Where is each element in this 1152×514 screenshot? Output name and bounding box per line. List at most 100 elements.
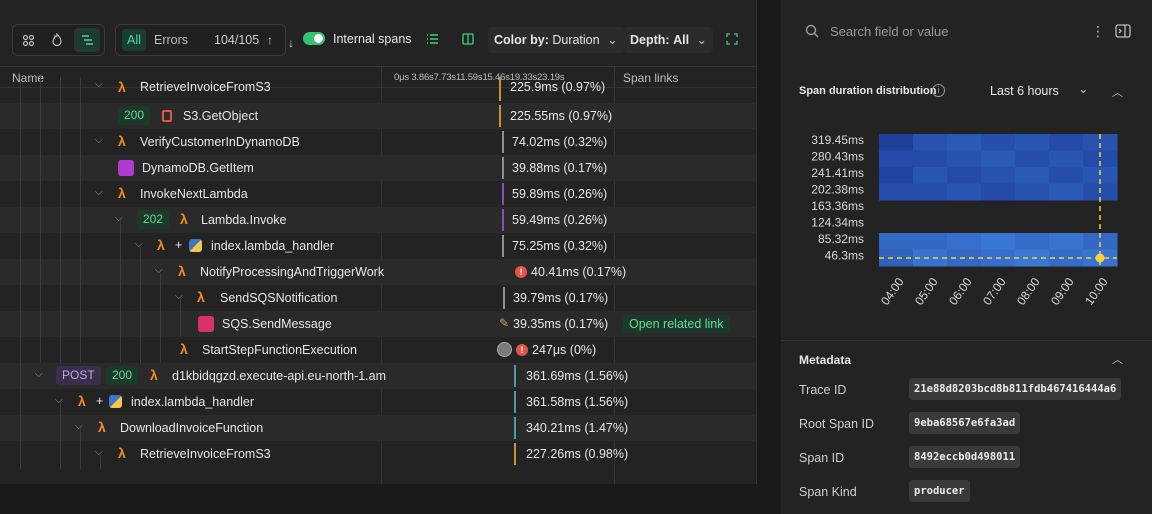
span-name: VerifyCustomerInDynamoDB [140,135,300,149]
metadata-title: Metadata [799,353,852,367]
heatmap-cell[interactable] [947,167,982,184]
heatmap-cell[interactable] [879,150,914,168]
tree-guide [120,221,121,363]
chevron-down-icon[interactable]: ⌵ [95,447,103,458]
x-tick-label: 04:00 [878,275,907,308]
chevron-down-icon[interactable]: ⌵ [95,135,103,146]
heatmap-cell[interactable] [879,183,914,201]
table-row[interactable]: ⌵ λ + index.lambda_handler 75.25ms (0.32… [0,233,756,259]
heatmap-cell[interactable] [981,134,1016,151]
heatmap-cell[interactable] [1049,183,1084,201]
table-row[interactable]: DynamoDB.GetItem 39.88ms (0.17%) [0,155,756,181]
lambda-icon: λ [118,445,126,461]
heatmap-cell[interactable] [947,233,982,250]
collapse-panel-icon[interactable] [1115,24,1131,41]
heatmap-cell[interactable] [981,150,1016,168]
root-span-id-value[interactable]: 9eba68567e6fa3ad [909,412,1021,434]
heatmap-cell[interactable] [947,183,982,201]
heatmap-cell[interactable] [879,233,914,250]
table-row[interactable]: λ StartStepFunctionExecution ! 247μs (0%… [0,337,756,363]
details-panel: Search field or value ⋮ Span duration di… [781,0,1152,514]
expand-icon[interactable] [726,33,738,47]
waterfall-view-icon[interactable] [74,28,100,52]
heatmap-cell[interactable] [947,134,982,151]
table-row[interactable]: ⌵ λ VerifyCustomerInDynamoDB 74.02ms (0.… [0,129,756,155]
table-row[interactable]: ⌵ λ DownloadInvoiceFunction 340.21ms (1.… [0,415,756,441]
table-row[interactable]: ⌵ λ InvokeNextLambda 59.89ms (0.26%) [0,181,756,207]
filter-all-tab[interactable]: All [122,29,146,51]
heatmap-cell[interactable] [947,150,982,168]
search-input[interactable]: Search field or value [830,24,949,39]
heatmap-cell[interactable] [913,150,948,168]
heatmap-cell[interactable] [879,134,914,151]
heatmap-cell[interactable] [1049,150,1084,168]
table-row[interactable]: ⌵ λ NotifyProcessingAndTriggerWork ! 40.… [0,259,756,285]
depth-value: All [673,33,690,47]
chevron-up-icon[interactable]: ︿ [1112,84,1123,100]
table-row[interactable]: ⌵ λ RetrieveInvoiceFromS3 225.9ms (0.97%… [0,77,756,103]
heatmap-cell[interactable] [913,134,948,151]
timeline-marker[interactable] [497,342,512,357]
color-by-dropdown[interactable]: Color by: Duration ⌄ [488,27,624,53]
heatmap-cell[interactable] [1015,167,1050,184]
chevron-down-icon[interactable]: ⌵ [135,239,143,250]
chevron-down-icon[interactable]: ⌵ [95,79,103,90]
chevron-down-icon[interactable]: ⌵ [115,213,123,224]
chevron-down-icon[interactable]: ⌵ [55,395,63,406]
time-range-value[interactable]: Last 6 hours [990,84,1059,98]
field-search[interactable]: Search field or value ⋮ [781,14,1152,50]
heatmap-cell[interactable] [879,167,914,184]
table-row[interactable]: ⌵ POST 200 λ d1kbidqgzd.execute-api.eu-n… [0,363,756,389]
heatmap-cell[interactable] [981,233,1016,250]
chevron-down-icon[interactable]: ⌵ [75,421,83,432]
internal-spans-toggle[interactable] [303,32,325,45]
table-row[interactable]: SQS.SendMessage ✎ 39.35ms (0.17%) Open r… [0,311,756,337]
columns-icon[interactable] [462,33,474,47]
heatmap-cell[interactable] [913,167,948,184]
heatmap-cell[interactable] [1015,183,1050,201]
depth-dropdown[interactable]: Depth: All ⌄ [624,27,714,53]
span-filter-group: All Errors 104/105 ↑ [115,24,286,56]
heatmap-cell[interactable] [1049,167,1084,184]
flamegraph-view-icon[interactable] [15,28,41,52]
chevron-down-icon[interactable]: ⌵ [95,187,103,198]
span-kind-value[interactable]: producer [909,480,970,502]
y-tick-label: 124.34ms [811,216,864,230]
open-related-link-button[interactable]: Open related link [623,315,730,333]
heatmap-cell[interactable] [1049,233,1084,250]
tree-guide [60,77,61,363]
flame-icon[interactable] [44,28,70,52]
root-span-id-label: Root Span ID [799,417,875,431]
heatmap-cell[interactable] [1015,134,1050,151]
info-icon[interactable]: i [932,84,945,97]
arrow-down-icon[interactable]: ↓ [288,32,294,54]
heatmap-cell[interactable] [981,183,1016,201]
chevron-down-icon[interactable]: ⌵ [35,369,43,380]
span-id-value[interactable]: 8492eccb0d498011 [909,446,1021,468]
table-row[interactable]: 200 S3.GetObject 225.55ms (0.97%) [0,103,756,129]
heatmap-cell[interactable] [1015,150,1050,168]
table-row[interactable]: ⌵ λ + index.lambda_handler 361.58ms (1.5… [0,389,756,415]
chevron-down-icon[interactable]: ⌵ [175,291,183,302]
chevron-up-icon[interactable]: ︿ [1112,351,1123,367]
list-view-icon[interactable] [426,33,439,47]
lambda-icon: λ [98,419,106,435]
heatmap-cell[interactable] [913,233,948,250]
heatmap-cell[interactable] [981,167,1016,184]
table-row[interactable]: ⌵ λ RetrieveInvoiceFromS3 227.26ms (0.98… [0,441,756,467]
chevron-down-icon[interactable]: ⌄ [1078,81,1088,96]
arrow-up-icon[interactable]: ↑ [267,29,273,51]
heatmap-cell[interactable] [1015,233,1050,250]
table-row[interactable]: ⌵ 202 λ Lambda.Invoke 59.49ms (0.26%) [0,207,756,233]
heatmap-cell[interactable] [1049,134,1084,151]
trace-id-value[interactable]: 21e88d8203bcd8b811fdb467416444a6 [909,378,1122,400]
chevron-down-icon[interactable]: ⌵ [155,265,163,276]
x-tick-label: 08:00 [1014,275,1043,308]
more-options-icon[interactable]: ⋮ [1091,23,1105,40]
table-row[interactable]: ⌵ λ SendSQSNotification 39.79ms (0.17%) [0,285,756,311]
match-count: 104/105 [214,33,260,47]
heatmap-cell[interactable] [913,183,948,201]
filter-errors-tab[interactable]: Errors [154,29,188,51]
search-icon [805,24,819,41]
span-duration: 59.49ms (0.26%) [512,213,608,227]
